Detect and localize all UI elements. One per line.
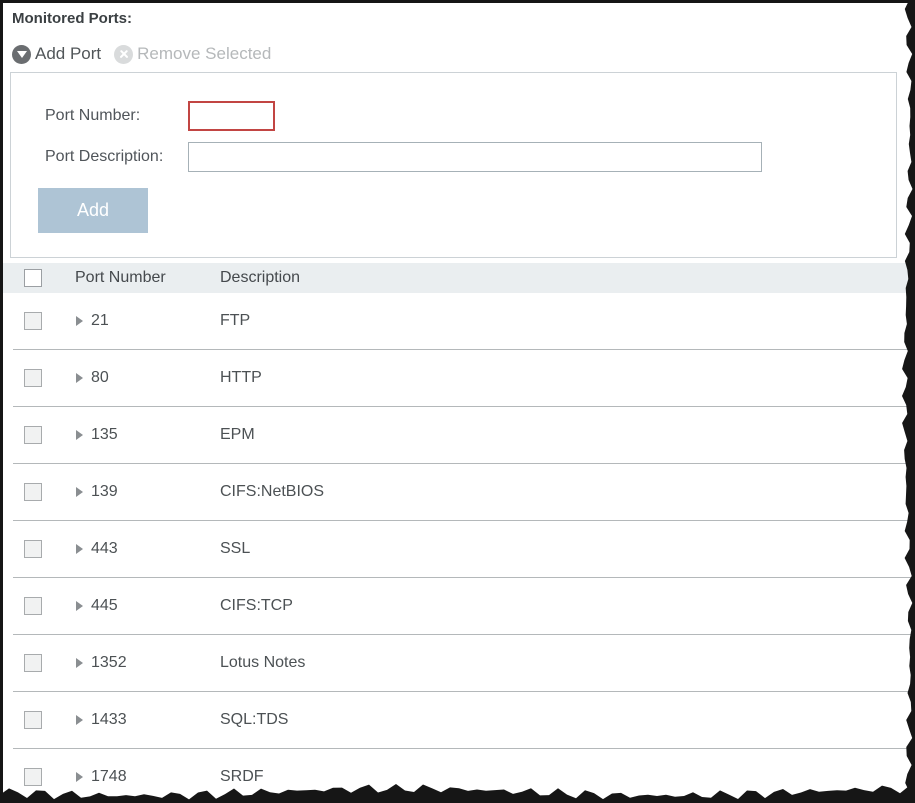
- select-all-cell: [3, 269, 70, 287]
- expand-triangle-icon[interactable]: [76, 772, 83, 782]
- port-number-cell: 443: [91, 540, 118, 558]
- remove-selected-button[interactable]: Remove Selected: [114, 44, 271, 64]
- table-row: 1352 Lotus Notes: [13, 635, 915, 692]
- table-row: 1433 SQL:TDS: [13, 692, 915, 749]
- table-row: 1748 SRDF: [13, 749, 915, 803]
- select-all-checkbox[interactable]: [24, 269, 42, 287]
- description-cell: FTP: [217, 312, 915, 330]
- port-number-cell-wrap: 139: [70, 483, 217, 501]
- expand-triangle-icon[interactable]: [76, 430, 83, 440]
- ports-table: Port Number Description 21 FTP 80 HTTP 1…: [3, 263, 915, 803]
- description-cell: SRDF: [217, 768, 915, 786]
- port-description-input[interactable]: [188, 142, 762, 172]
- port-number-cell: 445: [91, 597, 118, 615]
- port-number-input[interactable]: [188, 101, 275, 131]
- port-number-cell-wrap: 445: [70, 597, 217, 615]
- table-header-row: Port Number Description: [3, 263, 915, 293]
- description-cell: CIFS:TCP: [217, 597, 915, 615]
- expand-triangle-icon[interactable]: [76, 715, 83, 725]
- port-table-body: 21 FTP 80 HTTP 135 EPM 139 CIFS:NetBIO: [3, 293, 915, 803]
- port-number-cell-wrap: 1748: [70, 768, 217, 786]
- port-number-cell-wrap: 1352: [70, 654, 217, 672]
- expand-triangle-icon[interactable]: [76, 544, 83, 554]
- row-checkbox[interactable]: [24, 483, 42, 501]
- description-cell: EPM: [217, 426, 915, 444]
- port-number-cell-wrap: 135: [70, 426, 217, 444]
- expand-triangle-icon[interactable]: [76, 373, 83, 383]
- row-checkbox-cell: [13, 483, 70, 501]
- row-checkbox[interactable]: [24, 768, 42, 786]
- page-title: Monitored Ports:: [12, 10, 132, 27]
- table-row: 139 CIFS:NetBIOS: [13, 464, 915, 521]
- expand-triangle-icon[interactable]: [76, 658, 83, 668]
- port-number-column-header: Port Number: [70, 269, 217, 287]
- port-number-cell: 1352: [91, 654, 127, 672]
- port-number-cell-wrap: 443: [70, 540, 217, 558]
- row-checkbox[interactable]: [24, 369, 42, 387]
- row-checkbox[interactable]: [24, 711, 42, 729]
- row-checkbox-cell: [13, 711, 70, 729]
- row-checkbox-cell: [13, 597, 70, 615]
- expand-triangle-icon[interactable]: [76, 601, 83, 611]
- frame-border-top: [0, 0, 915, 3]
- description-cell: HTTP: [217, 369, 915, 387]
- row-checkbox[interactable]: [24, 426, 42, 444]
- screenshot-frame: Monitored Ports: Add Port Remove Selecte…: [0, 0, 915, 803]
- port-number-cell: 135: [91, 426, 118, 444]
- port-number-cell: 1748: [91, 768, 127, 786]
- port-number-cell: 21: [91, 312, 109, 330]
- table-row: 135 EPM: [13, 407, 915, 464]
- port-description-label: Port Description:: [45, 148, 163, 166]
- row-checkbox[interactable]: [24, 597, 42, 615]
- table-row: 21 FTP: [13, 293, 915, 350]
- port-number-label: Port Number:: [45, 107, 140, 125]
- description-column-header: Description: [217, 269, 915, 287]
- table-row: 445 CIFS:TCP: [13, 578, 915, 635]
- add-port-button[interactable]: Add Port: [12, 44, 101, 64]
- table-row: 80 HTTP: [13, 350, 915, 407]
- port-number-cell-wrap: 1433: [70, 711, 217, 729]
- row-checkbox-cell: [13, 768, 70, 786]
- port-number-cell-wrap: 80: [70, 369, 217, 387]
- port-number-cell-wrap: 21: [70, 312, 217, 330]
- table-row: 443 SSL: [13, 521, 915, 578]
- description-cell: Lotus Notes: [217, 654, 915, 672]
- row-checkbox-cell: [13, 369, 70, 387]
- port-number-cell: 1433: [91, 711, 127, 729]
- row-checkbox[interactable]: [24, 312, 42, 330]
- port-number-cell: 139: [91, 483, 118, 501]
- description-cell: SSL: [217, 540, 915, 558]
- description-cell: SQL:TDS: [217, 711, 915, 729]
- toolbar: Add Port Remove Selected: [12, 43, 271, 65]
- port-number-cell: 80: [91, 369, 109, 387]
- remove-selected-label: Remove Selected: [137, 44, 271, 64]
- row-checkbox-cell: [13, 654, 70, 672]
- row-checkbox-cell: [13, 312, 70, 330]
- add-button[interactable]: Add: [38, 188, 148, 233]
- row-checkbox-cell: [13, 426, 70, 444]
- row-checkbox-cell: [13, 540, 70, 558]
- description-cell: CIFS:NetBIOS: [217, 483, 915, 501]
- row-checkbox[interactable]: [24, 654, 42, 672]
- chevron-down-circle-icon: [12, 45, 31, 64]
- x-circle-icon: [114, 45, 133, 64]
- add-port-label: Add Port: [35, 44, 101, 64]
- expand-triangle-icon[interactable]: [76, 487, 83, 497]
- add-port-form: Port Number: Port Description: Add: [10, 72, 897, 258]
- row-checkbox[interactable]: [24, 540, 42, 558]
- expand-triangle-icon[interactable]: [76, 316, 83, 326]
